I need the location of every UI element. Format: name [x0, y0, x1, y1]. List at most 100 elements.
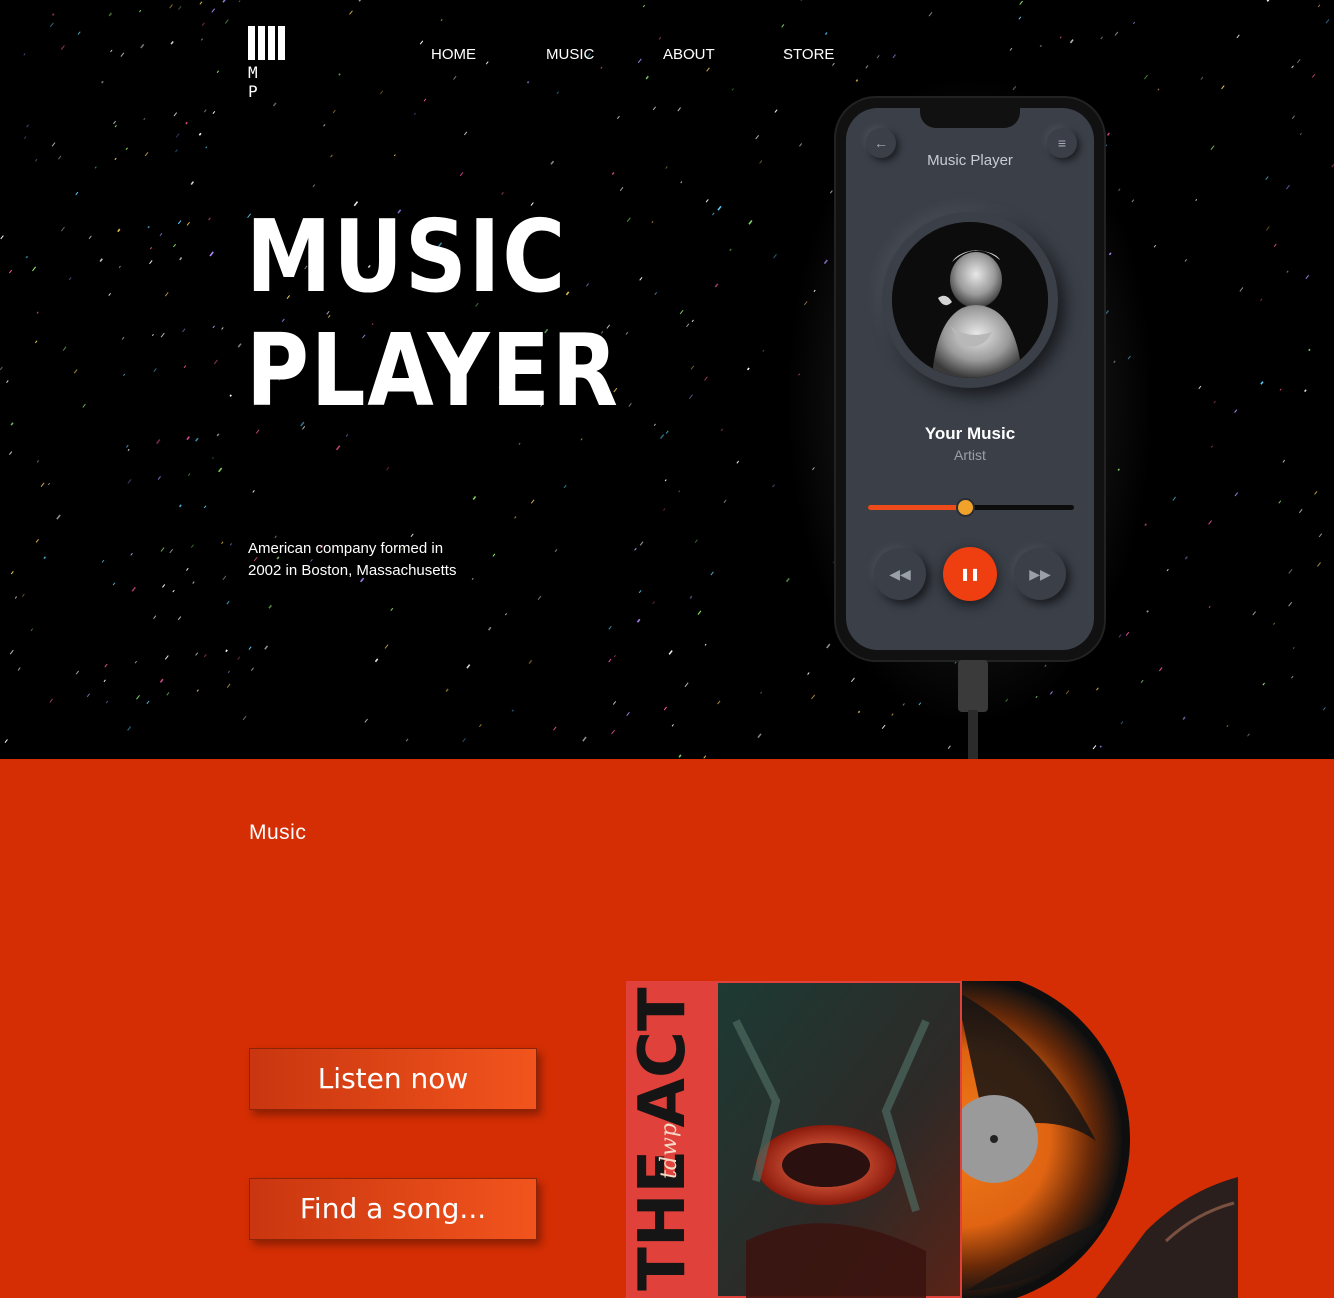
star — [1208, 520, 1212, 525]
star — [665, 166, 668, 169]
star — [338, 73, 341, 76]
star — [717, 205, 722, 211]
nav-about-link[interactable]: ABOUT — [663, 46, 715, 63]
star — [113, 120, 117, 125]
star — [173, 112, 178, 117]
star — [678, 754, 682, 758]
star — [212, 325, 215, 329]
star — [160, 547, 165, 552]
star — [175, 133, 180, 138]
star — [1092, 745, 1097, 750]
star — [504, 613, 507, 616]
star — [492, 553, 496, 557]
star — [684, 682, 689, 688]
star — [183, 365, 187, 369]
star — [26, 124, 30, 128]
star — [164, 292, 169, 297]
star — [10, 571, 14, 575]
star — [563, 484, 567, 489]
star — [1273, 622, 1276, 625]
star — [144, 152, 149, 157]
star — [216, 433, 220, 437]
star — [335, 445, 341, 451]
star — [222, 575, 227, 580]
star — [51, 13, 55, 16]
star — [1279, 388, 1282, 391]
nav-music-link[interactable]: MUSIC — [546, 46, 594, 63]
star — [479, 724, 482, 728]
nav-store-link[interactable]: STORE — [783, 46, 834, 63]
star — [1157, 88, 1160, 91]
star — [211, 8, 216, 13]
star — [60, 226, 65, 232]
star — [34, 340, 38, 344]
star — [712, 212, 715, 216]
star — [1239, 287, 1244, 292]
progress-bar[interactable] — [868, 500, 1074, 515]
star — [345, 433, 349, 437]
album-disc — [882, 212, 1058, 388]
star — [892, 54, 896, 59]
star — [1009, 47, 1013, 51]
star — [772, 484, 775, 488]
nav-home-link[interactable]: HOME — [431, 46, 476, 63]
star — [117, 228, 121, 233]
star — [677, 107, 681, 112]
star — [225, 649, 228, 653]
star — [386, 466, 390, 471]
star — [190, 544, 194, 548]
star — [160, 332, 165, 338]
hero-title: MUSIC PLAYER — [246, 200, 620, 428]
star — [704, 376, 708, 381]
star — [445, 688, 449, 692]
star — [582, 736, 587, 742]
star — [668, 650, 673, 655]
hero-title-line2: PLAYER — [246, 312, 620, 429]
find-song-button[interactable]: Find a song... — [249, 1178, 537, 1240]
star — [466, 664, 471, 669]
star — [1198, 385, 1202, 390]
star — [221, 327, 224, 330]
star — [130, 552, 133, 556]
listen-now-button[interactable]: Listen now — [249, 1048, 537, 1110]
star — [330, 154, 333, 158]
fast-forward-icon[interactable]: ▶▶ — [1014, 548, 1066, 600]
star — [185, 121, 188, 125]
star — [108, 12, 113, 17]
star — [185, 567, 189, 571]
star — [390, 607, 394, 612]
rewind-icon[interactable]: ◀◀ — [874, 548, 926, 600]
star — [6, 380, 9, 384]
star — [634, 547, 637, 551]
star — [199, 1, 203, 5]
star — [1114, 31, 1119, 36]
star — [663, 706, 667, 711]
star — [120, 52, 125, 57]
star — [151, 333, 154, 337]
star — [613, 655, 616, 658]
album-band-mark: tdwp — [657, 1123, 682, 1179]
star — [1234, 409, 1238, 413]
star — [47, 482, 50, 486]
star — [642, 4, 646, 8]
star — [710, 571, 714, 576]
star — [62, 346, 67, 351]
phone-notch — [920, 108, 1020, 128]
star — [723, 499, 727, 504]
progress-knob[interactable] — [957, 500, 973, 515]
star — [832, 62, 835, 66]
star — [268, 604, 272, 609]
site-logo[interactable]: M P — [248, 26, 288, 101]
hero-title-line1: MUSIC — [246, 198, 568, 315]
star — [0, 366, 3, 371]
star — [99, 258, 103, 262]
pause-icon[interactable]: ❚❚ — [943, 547, 997, 601]
star — [105, 700, 109, 704]
star — [611, 729, 615, 735]
star — [213, 359, 218, 365]
star — [127, 478, 132, 484]
logo-bars-icon — [248, 26, 288, 60]
star — [1325, 19, 1330, 24]
star — [608, 658, 612, 663]
star — [57, 155, 62, 160]
